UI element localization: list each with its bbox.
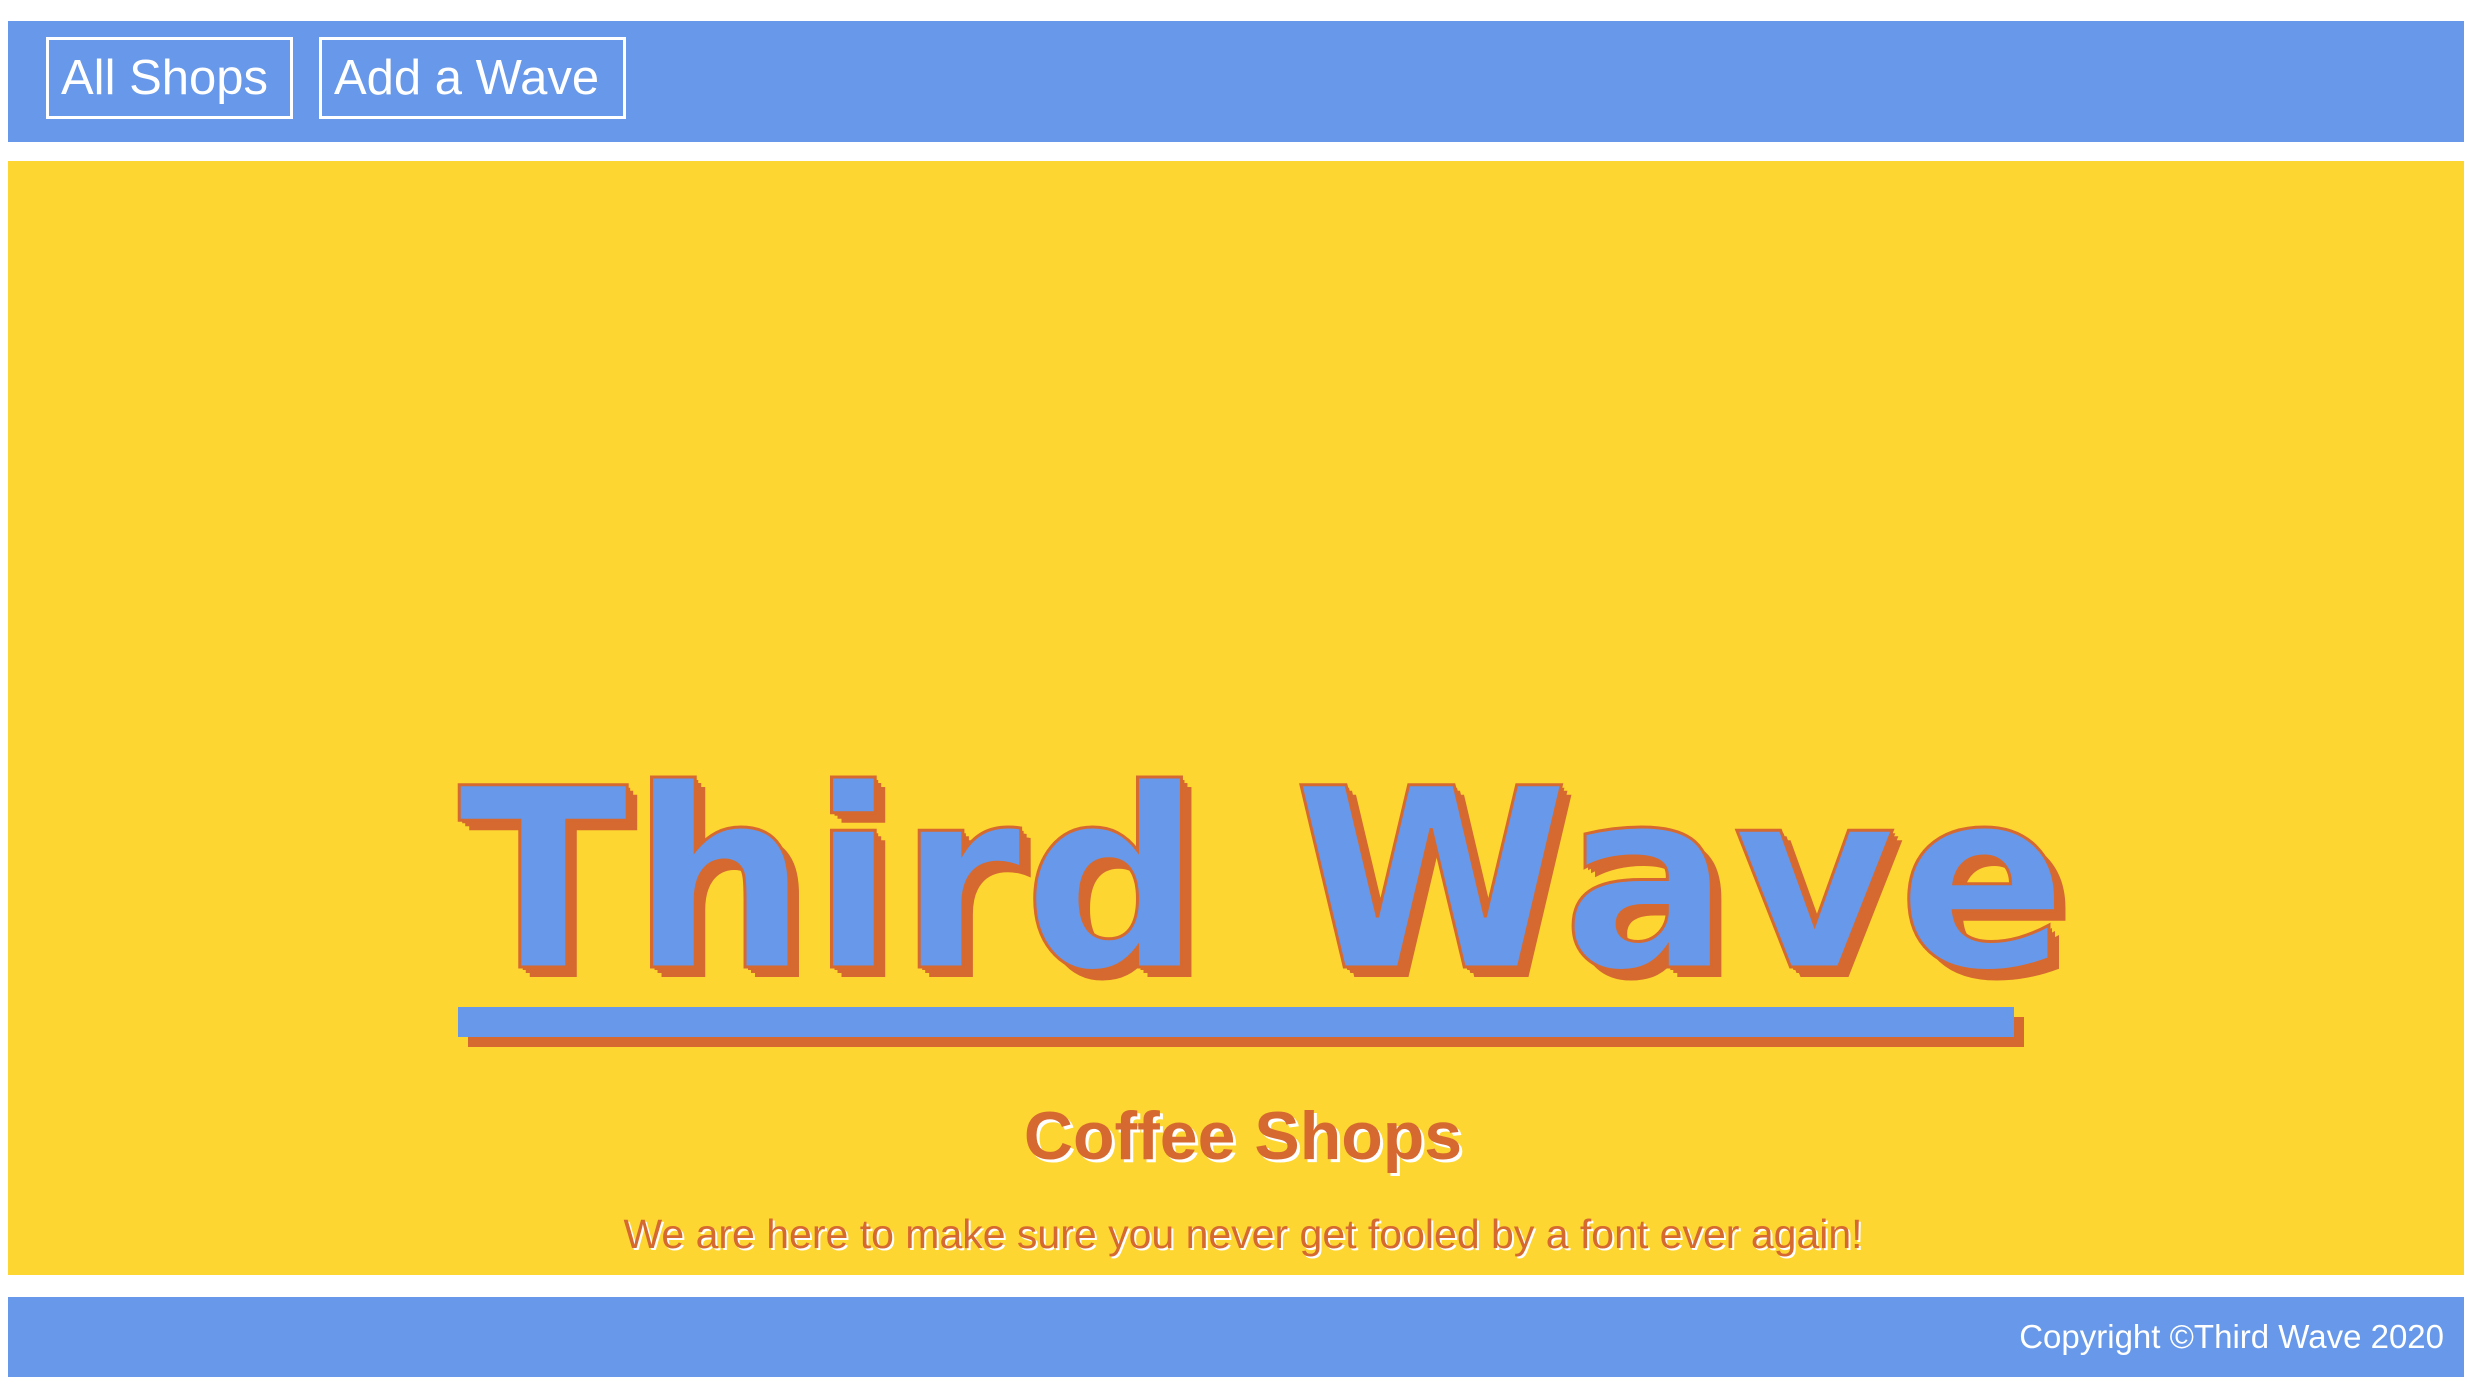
nav-all-shops-link[interactable]: All Shops <box>46 37 293 119</box>
footer-copyright: Copyright ©Third Wave 2020 <box>2019 1318 2444 1355</box>
footer: Copyright ©Third Wave 2020 <box>8 1297 2464 1377</box>
top-navbar: All Shops Add a Wave <box>8 21 2464 142</box>
nav-add-wave-link[interactable]: Add a Wave <box>319 37 626 119</box>
hero-tagline: We are here to make sure you never get f… <box>623 1211 1863 1257</box>
hero-banner: Third Wave Coffee Shops We are here to m… <box>8 161 2464 1275</box>
hero-title-block: Third Wave <box>457 735 2070 1047</box>
hero-title: Third Wave <box>457 735 2070 1026</box>
hero-subtitle: Coffee Shops <box>1023 1098 1463 1174</box>
